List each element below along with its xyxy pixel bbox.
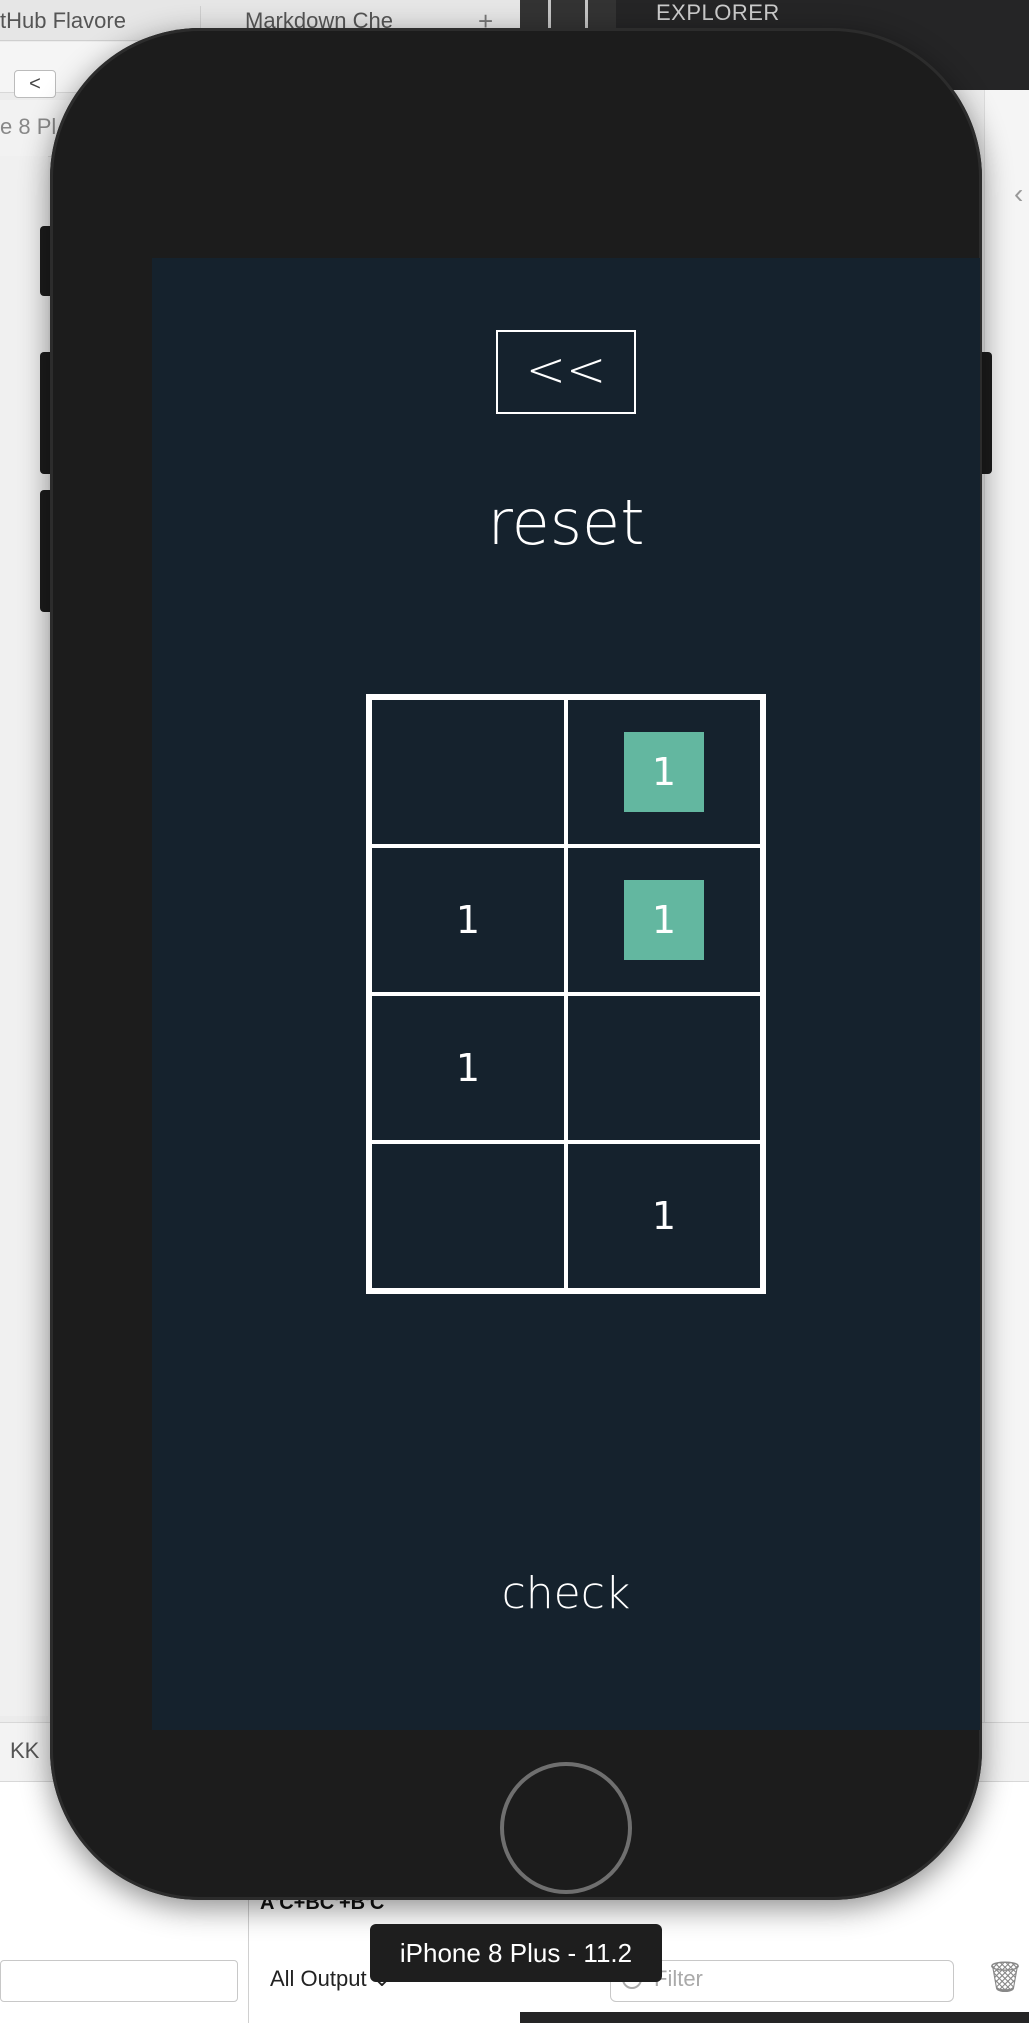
grid-cell[interactable] (370, 1142, 566, 1290)
grid-cell[interactable] (566, 994, 762, 1142)
background-right-panel (984, 90, 1029, 1740)
grid-cell[interactable]: 1 (370, 994, 566, 1142)
grid-cell-value: 1 (455, 898, 481, 942)
reset-button[interactable]: reset (152, 486, 980, 559)
background-back-button[interactable]: < (14, 70, 56, 98)
vscode-window-bottom (520, 2012, 1029, 2023)
grid-cell-value: 1 (651, 1194, 677, 1238)
chevron-left-icon[interactable]: ‹ (1014, 178, 1023, 210)
home-button[interactable] (500, 1762, 632, 1894)
check-button[interactable]: check (152, 1568, 980, 1619)
kk-label: KK (10, 1738, 40, 1763)
grid-cell-value: 1 (624, 880, 704, 960)
background-header-text: e 8 Pl (0, 114, 57, 139)
iphone-simulator: << reset 1 1 1 1 1 check (50, 28, 982, 1900)
variables-filter-field[interactable] (0, 1960, 238, 2002)
back-button[interactable]: << (496, 330, 636, 414)
grid-cell[interactable]: 1 (566, 1142, 762, 1290)
explorer-title: EXPLORER (656, 0, 780, 25)
grid-cell-value: 1 (455, 1046, 481, 1090)
grid-cell[interactable]: 1 (370, 846, 566, 994)
grid-cell[interactable]: 1 (566, 698, 762, 846)
simulator-device-label: iPhone 8 Plus - 11.2 (370, 1924, 662, 1982)
grid-cell[interactable]: 1 (566, 846, 762, 994)
grid-cell-value: 1 (624, 732, 704, 812)
grid-cell[interactable] (370, 698, 566, 846)
trash-icon[interactable]: 🗑 (986, 1960, 1024, 1995)
karnaugh-grid: 1 1 1 1 1 (366, 694, 766, 1294)
app-screen: << reset 1 1 1 1 1 check (152, 258, 980, 1730)
